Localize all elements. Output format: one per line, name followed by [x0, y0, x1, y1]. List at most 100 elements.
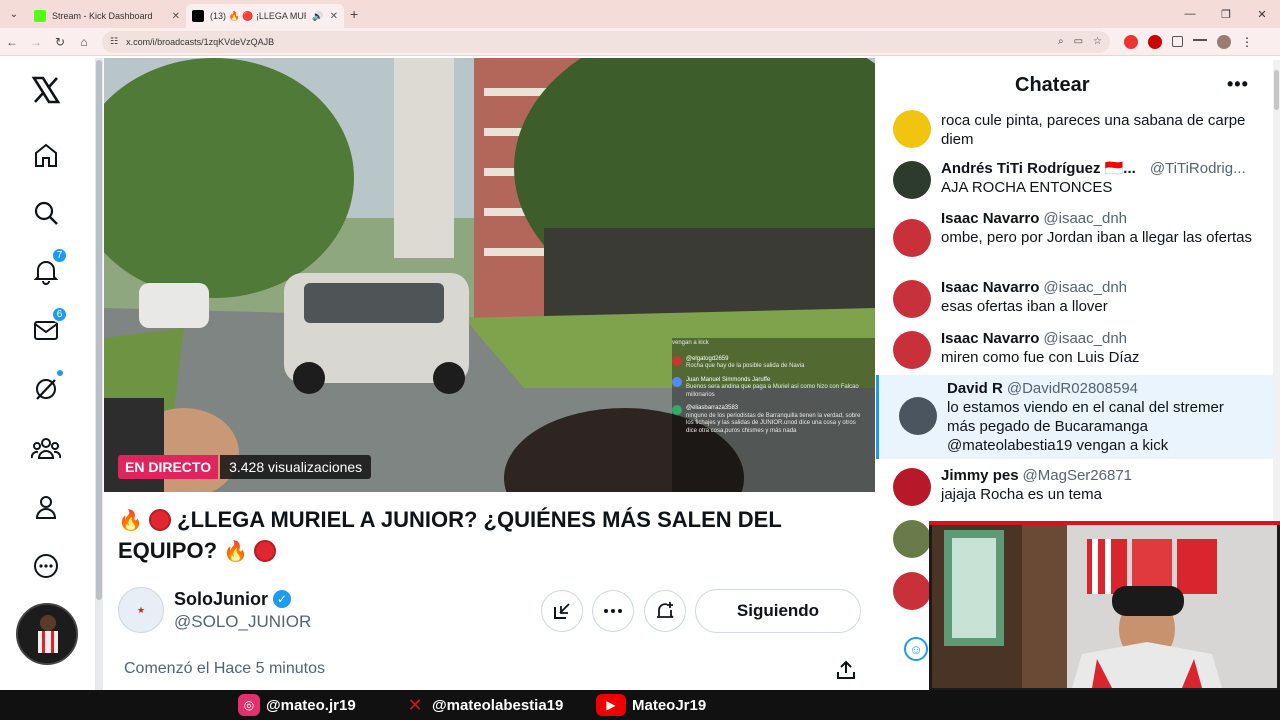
explore-search-icon[interactable] — [30, 197, 62, 229]
home-nav-icon[interactable] — [30, 139, 62, 171]
chat-title: Chatear — [1015, 74, 1090, 96]
chat-handle[interactable]: @DavidR02808594 — [1007, 380, 1138, 397]
broadcast-title-text: ¿LLEGA MURIEL A JUNIOR? ¿QUIÉNES MÁS SAL… — [118, 507, 782, 563]
webcam-overlay — [929, 521, 1280, 691]
chat-handle[interactable]: @MagSer26871 — [1023, 467, 1132, 484]
avatar[interactable] — [893, 161, 931, 199]
fire-icon: 🔥 — [223, 541, 249, 563]
share-icon[interactable] — [836, 660, 856, 685]
overlay-message: Juan Manuel Simmonds Jaruffe Buenos sera … — [672, 376, 868, 400]
close-tab-icon[interactable]: ✕ — [330, 11, 338, 22]
home-icon[interactable]: ⌂ — [72, 30, 96, 54]
chat-handle[interactable]: @TiTiRodrig... — [1150, 160, 1246, 177]
cast-icon[interactable]: ▭ — [1074, 36, 1083, 47]
author-avatar[interactable]: ★ — [118, 587, 164, 633]
chat-message: Isaac Navarro @isaac_dnh ombe, pero por Jo… — [893, 209, 1271, 257]
chat-handle[interactable]: @isaac_dnh — [1043, 279, 1127, 296]
x-sidebar: 7 6 — [0, 58, 93, 690]
extension-icon[interactable] — [1124, 34, 1138, 49]
extensions: ⋮ — [1124, 34, 1253, 49]
browser-tab-bar: ⌄ Stream - Kick Dashboard ✕ (13) 🔥 🔴 ¡LL… — [0, 0, 1280, 28]
messages-envelope-icon[interactable]: 6 — [30, 306, 68, 346]
avatar[interactable] — [893, 572, 931, 610]
avatar[interactable] — [893, 520, 931, 558]
new-indicator-dot — [56, 369, 64, 377]
more-button[interactable] — [592, 590, 634, 632]
author-handle[interactable]: @SOLO_JUNIOR — [174, 612, 311, 632]
browser-toolbar: ← → ↻ ⌂ ☷ x.com/i/broadcasts/1zqKVdeVzQA… — [0, 28, 1280, 56]
minimize-icon[interactable]: — — [1172, 0, 1208, 28]
following-button[interactable]: Siguiendo — [695, 589, 861, 633]
forward-icon[interactable]: → — [24, 30, 48, 54]
url-text: x.com/i/broadcasts/1zqKVdeVzQAJB — [126, 36, 275, 47]
chat-message: Isaac Navarro @isaac_dnh miren como fue co… — [893, 329, 1271, 369]
avatar[interactable] — [899, 397, 937, 435]
window-controls: — ❐ ✕ — [1172, 0, 1280, 28]
verified-badge-icon: ✓ — [273, 590, 291, 608]
subscribe-notify-button[interactable] — [644, 590, 686, 632]
reload-icon[interactable]: ↻ — [48, 30, 72, 54]
ellipsis-icon — [604, 609, 622, 613]
chat-handle[interactable]: @isaac_dnh — [1043, 210, 1127, 227]
tab-title: (13) 🔥 🔴 ¡LLEGA MURIEL — [210, 10, 306, 21]
back-icon[interactable]: ← — [0, 30, 24, 54]
chat-message-text: jajaja Rocha es un tema — [941, 486, 1102, 503]
media-icon[interactable] — [1193, 38, 1207, 45]
tab-x-broadcast[interactable]: (13) 🔥 🔴 ¡LLEGA MURIEL 🔊 ✕ — [186, 4, 344, 28]
x-logo-icon: ✕ — [407, 694, 423, 715]
notifications-bell-icon[interactable]: 7 — [30, 247, 68, 287]
overlay-message: @elgatogd2659 Rocha que hay de la posible… — [672, 355, 868, 371]
chat-handle[interactable]: @isaac_dnh — [1043, 330, 1127, 347]
speaker-icon[interactable]: 🔊 — [312, 11, 323, 22]
communities-icon[interactable] — [30, 432, 62, 464]
avatar[interactable] — [893, 110, 931, 148]
restore-icon[interactable]: ❐ — [1208, 0, 1244, 28]
page-scrollbar-thumb[interactable] — [96, 60, 102, 600]
chat-more-icon[interactable]: ••• — [1227, 74, 1249, 95]
instagram-icon: ◎ — [238, 694, 260, 716]
more-options-icon[interactable] — [30, 550, 62, 582]
chat-username[interactable]: Isaac Navarro — [941, 210, 1039, 227]
minimize-player-button[interactable] — [541, 590, 583, 632]
chat-username[interactable]: Isaac Navarro — [941, 279, 1039, 296]
grok-icon[interactable] — [30, 369, 64, 405]
chat-username[interactable]: Jimmy pes — [941, 467, 1019, 484]
tab-kick-dashboard[interactable]: Stream - Kick Dashboard ✕ — [28, 4, 186, 28]
puzzle-icon[interactable] — [1172, 36, 1183, 47]
chat-message-text: roca cule pinta, pareces una sabana de c… — [941, 112, 1246, 148]
live-badge: EN DIRECTO — [118, 455, 219, 479]
chat-username[interactable]: David R — [947, 380, 1003, 397]
avatar[interactable] — [893, 280, 931, 318]
close-window-icon[interactable]: ✕ — [1244, 0, 1280, 28]
author-name-row[interactable]: SoloJunior ✓ — [174, 589, 311, 610]
zoom-icon[interactable]: ⌕ — [1058, 36, 1064, 47]
chat-message-text: esas ofertas iban a llover — [941, 298, 1108, 315]
author-name[interactable]: SoloJunior — [174, 589, 268, 610]
extension-icon[interactable] — [1148, 34, 1162, 49]
x-logo-icon[interactable] — [30, 74, 62, 106]
fire-icon: 🔥 — [118, 510, 143, 532]
chat-message-text: lo estamos viendo en el canal del streme… — [947, 399, 1224, 454]
chat-username[interactable]: Isaac Navarro — [941, 330, 1039, 347]
avatar[interactable] — [893, 331, 931, 369]
emoji-picker-icon[interactable]: ☺ — [904, 637, 928, 661]
overlay-message: @eliasbarraza3583 ninguno de los periodis… — [672, 405, 868, 435]
profile-person-icon[interactable] — [30, 491, 62, 523]
site-info-icon[interactable]: ☷ — [110, 36, 118, 47]
avatar[interactable] — [893, 219, 931, 257]
address-bar[interactable]: ☷ x.com/i/broadcasts/1zqKVdeVzQAJB ⌕ ▭ ☆ — [102, 30, 1110, 53]
chat-username[interactable]: Andrés TiTi Rodríguez 🇮🇩... — [941, 160, 1136, 177]
tab-search-icon[interactable]: ⌄ — [0, 0, 28, 28]
messages-badge: 6 — [51, 306, 68, 323]
avatar[interactable] — [893, 468, 931, 506]
profile-avatar[interactable] — [1217, 34, 1231, 49]
chat-message: roca cule pinta, pareces una sabana de c… — [893, 108, 1271, 149]
chat-scrollbar-thumb[interactable] — [1274, 70, 1279, 110]
avatar — [672, 376, 682, 387]
menu-icon[interactable]: ⋮ — [1241, 35, 1253, 49]
avatar — [672, 405, 682, 415]
bell-plus-icon — [657, 602, 674, 618]
close-tab-icon[interactable]: ✕ — [172, 11, 180, 22]
bookmark-star-icon[interactable]: ☆ — [1093, 36, 1102, 47]
new-tab-button[interactable]: + — [350, 6, 358, 22]
